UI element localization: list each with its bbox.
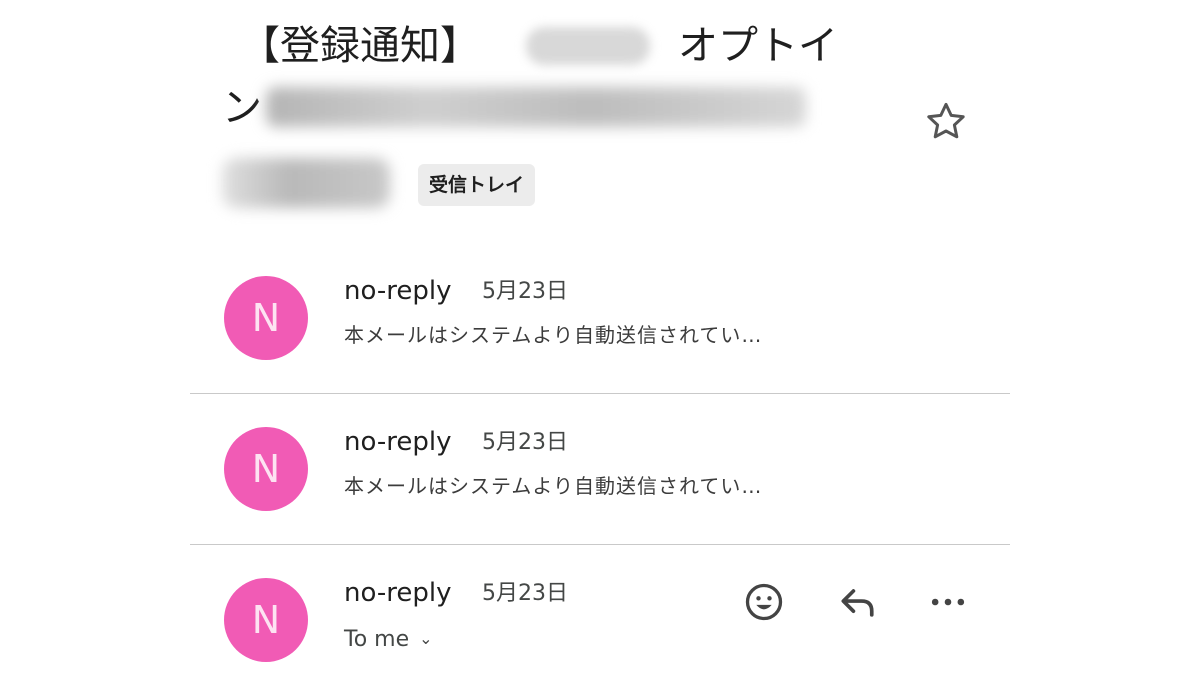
avatar: N [224, 578, 308, 662]
divider [190, 393, 1010, 394]
redacted-text [526, 27, 650, 65]
avatar: N [224, 276, 308, 360]
subject-prefix: 【登録通知】 [240, 23, 480, 69]
subject-line-2: ン [222, 80, 806, 136]
message-snippet: 本メールはシステムより自動送信されてい… [344, 323, 763, 347]
star-icon[interactable] [922, 98, 970, 146]
message-date: 5月23日 [482, 279, 568, 304]
sender-name: no-reply [344, 427, 452, 457]
subject-line-1: 【登録通知】 オプトイ [240, 18, 838, 74]
divider [190, 544, 1010, 545]
more-icon[interactable] [926, 580, 970, 624]
recipient-toggle[interactable]: To me ⌄ [344, 624, 433, 655]
message-row[interactable]: N no-reply 5月23日 本メールはシステムより自動送信されてい… [224, 427, 1014, 517]
avatar: N [224, 427, 308, 511]
sender-name: no-reply [344, 578, 452, 608]
inbox-label-badge[interactable]: 受信トレイ [418, 164, 536, 206]
subject-suffix: オプトイ [678, 23, 838, 69]
recipient-label: To me [344, 627, 410, 652]
message-row[interactable]: N no-reply 5月23日 本メールはシステムより自動送信されてい… [224, 276, 1014, 366]
message-snippet: 本メールはシステムより自動送信されてい… [344, 474, 763, 498]
message-date: 5月23日 [482, 430, 568, 455]
redacted-text [266, 87, 806, 127]
sender-name: no-reply [344, 276, 452, 306]
chevron-down-icon: ⌄ [419, 629, 433, 648]
message-date: 5月23日 [482, 581, 568, 606]
subject-line2-prefix: ン [222, 85, 262, 131]
reply-icon[interactable] [836, 580, 880, 624]
redacted-text [222, 158, 390, 208]
message-row-expanded[interactable]: N no-reply 5月23日 To me ⌄ [224, 578, 1014, 668]
emoji-icon[interactable] [742, 580, 786, 624]
